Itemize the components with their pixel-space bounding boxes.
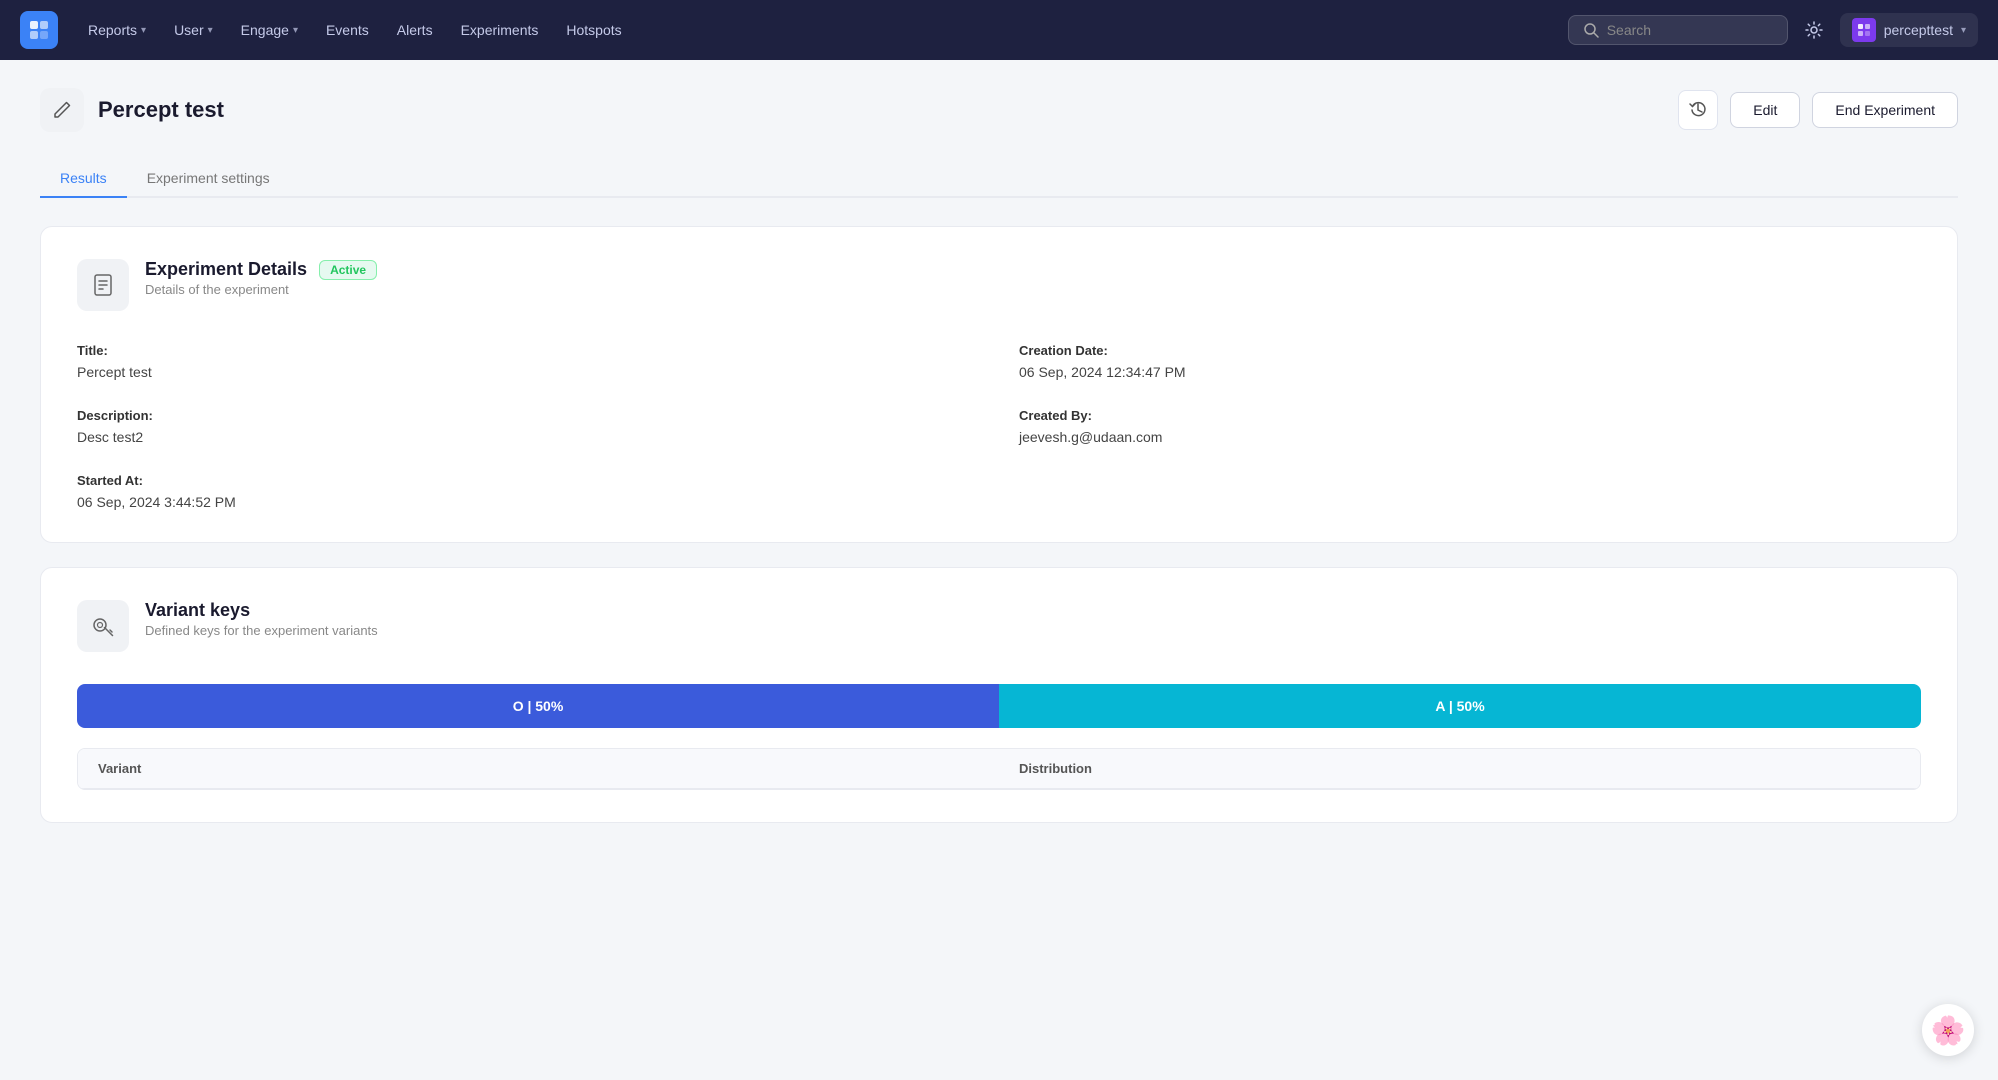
nav-item-reports[interactable]: Reports ▾	[78, 16, 156, 44]
variant-table: Variant Distribution	[77, 748, 1921, 790]
section-title: Experiment Details	[145, 259, 307, 280]
description-field: Description: Desc test2	[77, 408, 979, 445]
tab-experiment-settings[interactable]: Experiment settings	[127, 160, 290, 198]
title-area: Percept test	[40, 88, 224, 132]
chevron-down-icon: ▾	[1961, 25, 1966, 36]
page-header: Percept test Edit End Experiment	[40, 88, 1958, 132]
experiment-details-card: Experiment Details Active Details of the…	[40, 226, 1958, 543]
nav-item-hotspots[interactable]: Hotspots	[556, 16, 631, 44]
end-experiment-button[interactable]: End Experiment	[1812, 92, 1958, 128]
creation-date-label: Creation Date:	[1019, 343, 1921, 358]
chevron-down-icon: ▾	[208, 25, 213, 36]
search-icon	[1583, 22, 1599, 38]
logo[interactable]	[20, 11, 58, 49]
table-header-distribution: Distribution	[999, 749, 1920, 788]
chevron-down-icon: ▾	[141, 25, 146, 36]
header-actions: Edit End Experiment	[1678, 90, 1958, 130]
created-by-label: Created By:	[1019, 408, 1921, 423]
variant-card-header: Variant keys Defined keys for the experi…	[77, 600, 1921, 652]
settings-button[interactable]	[1796, 12, 1832, 48]
bar-segment-0: O | 50%	[77, 684, 999, 728]
key-icon	[77, 600, 129, 652]
flower-button[interactable]: 🌸	[1922, 1004, 1974, 1056]
variant-section-subtitle: Defined keys for the experiment variants	[145, 623, 378, 638]
chevron-down-icon: ▾	[293, 25, 298, 36]
started-at-field: Started At: 06 Sep, 2024 3:44:52 PM	[77, 473, 979, 510]
bar-segment-a: A | 50%	[999, 684, 1921, 728]
nav-item-user[interactable]: User ▾	[164, 16, 223, 44]
creation-date-field: Creation Date: 06 Sep, 2024 12:34:47 PM	[1019, 343, 1921, 380]
status-badge: Active	[319, 260, 377, 280]
nav-item-events[interactable]: Events	[316, 16, 379, 44]
title-label: Title:	[77, 343, 979, 358]
table-header-row: Variant Distribution	[78, 749, 1920, 789]
pencil-icon-button[interactable]	[40, 88, 84, 132]
started-at-label: Started At:	[77, 473, 979, 488]
section-subtitle: Details of the experiment	[145, 282, 377, 297]
account-menu[interactable]: percepttest ▾	[1840, 13, 1978, 47]
started-at-value: 06 Sep, 2024 3:44:52 PM	[77, 494, 979, 510]
variant-section-title: Variant keys	[145, 600, 378, 621]
details-grid: Title: Percept test Creation Date: 06 Se…	[77, 343, 1921, 510]
history-button[interactable]	[1678, 90, 1718, 130]
navbar: Reports ▾ User ▾ Engage ▾ Events Alerts …	[0, 0, 1998, 60]
description-value: Desc test2	[77, 429, 979, 445]
account-icon	[1852, 18, 1876, 42]
nav-item-alerts[interactable]: Alerts	[387, 16, 443, 44]
nav-item-engage[interactable]: Engage ▾	[231, 16, 308, 44]
created-by-value: jeevesh.g@udaan.com	[1019, 429, 1921, 445]
page-content: Percept test Edit End Experiment Results…	[0, 60, 1998, 875]
tabs-bar: Results Experiment settings	[40, 160, 1958, 198]
card-header: Experiment Details Active Details of the…	[77, 259, 1921, 311]
created-by-field: Created By: jeevesh.g@udaan.com	[1019, 408, 1921, 445]
variant-keys-card: Variant keys Defined keys for the experi…	[40, 567, 1958, 823]
description-label: Description:	[77, 408, 979, 423]
document-icon	[77, 259, 129, 311]
creation-date-value: 06 Sep, 2024 12:34:47 PM	[1019, 364, 1921, 380]
edit-button[interactable]: Edit	[1730, 92, 1800, 128]
tab-results[interactable]: Results	[40, 160, 127, 198]
page-title: Percept test	[98, 97, 224, 123]
title-value: Percept test	[77, 364, 979, 380]
distribution-bar: O | 50% A | 50%	[77, 684, 1921, 728]
nav-item-experiments[interactable]: Experiments	[451, 16, 549, 44]
table-header-variant: Variant	[78, 749, 999, 788]
title-field: Title: Percept test	[77, 343, 979, 380]
search-bar[interactable]: Search	[1568, 15, 1788, 45]
